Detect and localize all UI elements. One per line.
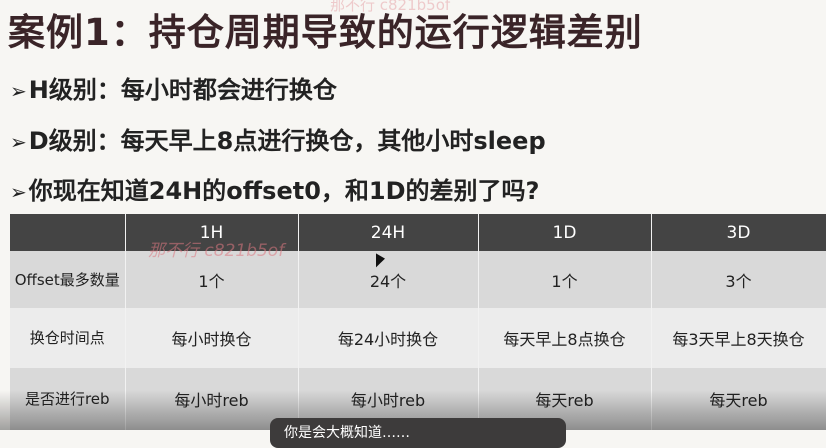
- table-cell: 24个: [298, 251, 479, 308]
- arrow-icon: ➢: [10, 130, 27, 154]
- bullet-d-level: ➢D级别：每天早上8点进行换仓，其他小时sleep: [10, 121, 546, 156]
- bullet-text: H级别：每小时都会进行换仓: [28, 76, 337, 104]
- header-cell: 24H: [298, 214, 479, 251]
- row-label: 换仓时间点: [10, 308, 126, 368]
- slide-title: 案例1：持仓周期导致的运行逻辑差别: [8, 11, 643, 54]
- table-cell: 1个: [478, 251, 652, 308]
- table-row: Offset最多数量 1个 24个 1个 3个: [10, 251, 826, 308]
- table-cell: 每24小时换仓: [298, 308, 479, 368]
- bullet-question: ➢你现在知道24H的offset0，和1D的差别了吗?: [10, 171, 539, 206]
- header-cell: 1D: [478, 214, 652, 251]
- table-header-row: 1H 24H 1D 3D: [10, 214, 826, 251]
- table-cell: 每小时换仓: [125, 308, 299, 368]
- header-cell: 3D: [651, 214, 826, 251]
- table-cell: 每天早上8点换仓: [478, 308, 652, 368]
- arrow-icon: ➢: [10, 180, 27, 204]
- table-row: 换仓时间点 每小时换仓 每24小时换仓 每天早上8点换仓 每3天早上8天换仓: [10, 308, 826, 368]
- bullet-h-level: ➢H级别：每小时都会进行换仓: [10, 70, 337, 105]
- bullet-text: D级别：每天早上8点进行换仓，其他小时sleep: [28, 127, 546, 155]
- row-label: Offset最多数量: [10, 251, 126, 308]
- arrow-icon: ➢: [10, 79, 27, 103]
- subtitle-caption: 你是会大概知道……: [270, 418, 566, 448]
- table-cell: 每3天早上8天换仓: [651, 308, 826, 368]
- header-cell: [10, 214, 126, 251]
- bullet-text: 你现在知道24H的offset0，和1D的差别了吗?: [28, 177, 540, 205]
- table-cell: 3个: [651, 251, 826, 308]
- watermark: 那不行 c821b5of: [148, 241, 285, 261]
